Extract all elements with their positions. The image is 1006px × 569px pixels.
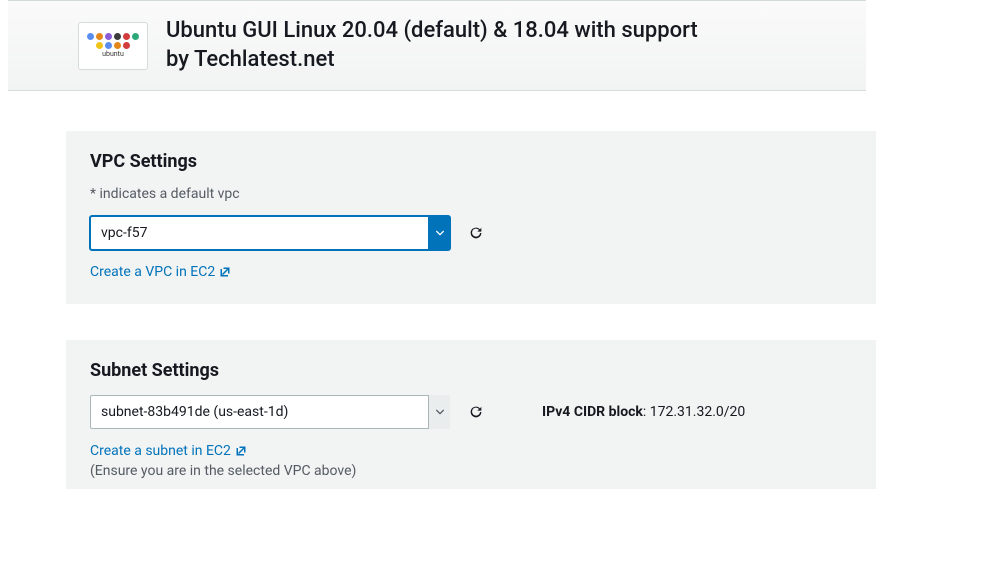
subnet-settings-panel: Subnet Settings subnet-83b491de (us-east… <box>66 340 876 489</box>
subnet-select-wrap: subnet-83b491de (us-east-1d) <box>90 395 450 429</box>
external-link-icon <box>219 266 231 278</box>
subnet-select[interactable]: subnet-83b491de (us-east-1d) <box>90 395 450 429</box>
product-title: Ubuntu GUI Linux 20.04 (default) & 18.04… <box>166 17 726 74</box>
subnet-heading: Subnet Settings <box>90 360 852 381</box>
external-link-icon <box>235 445 247 457</box>
vpc-refresh-button[interactable] <box>466 223 486 243</box>
vpc-settings-panel: VPC Settings * indicates a default vpc v… <box>66 131 876 304</box>
create-vpc-link-label: Create a VPC in EC2 <box>90 264 215 280</box>
vpc-heading: VPC Settings <box>90 151 852 172</box>
product-header: ubuntu Ubuntu GUI Linux 20.04 (default) … <box>8 0 866 91</box>
cidr-value: 172.31.32.0/20 <box>650 404 746 420</box>
refresh-icon <box>468 404 484 420</box>
subnet-note: (Ensure you are in the selected VPC abov… <box>90 463 852 479</box>
vpc-hint: * indicates a default vpc <box>90 186 852 202</box>
create-vpc-link[interactable]: Create a VPC in EC2 <box>90 264 231 280</box>
subnet-refresh-button[interactable] <box>466 402 486 422</box>
vpc-select[interactable]: vpc-f57 <box>90 216 450 250</box>
vpc-select-wrap: vpc-f57 <box>90 216 450 250</box>
create-subnet-link[interactable]: Create a subnet in EC2 <box>90 443 247 459</box>
create-subnet-link-label: Create a subnet in EC2 <box>90 443 231 459</box>
cidr-block: IPv4 CIDR block: 172.31.32.0/20 <box>542 404 745 420</box>
refresh-icon <box>468 225 484 241</box>
product-logo: ubuntu <box>78 22 148 70</box>
cidr-label: IPv4 CIDR block <box>542 404 643 420</box>
